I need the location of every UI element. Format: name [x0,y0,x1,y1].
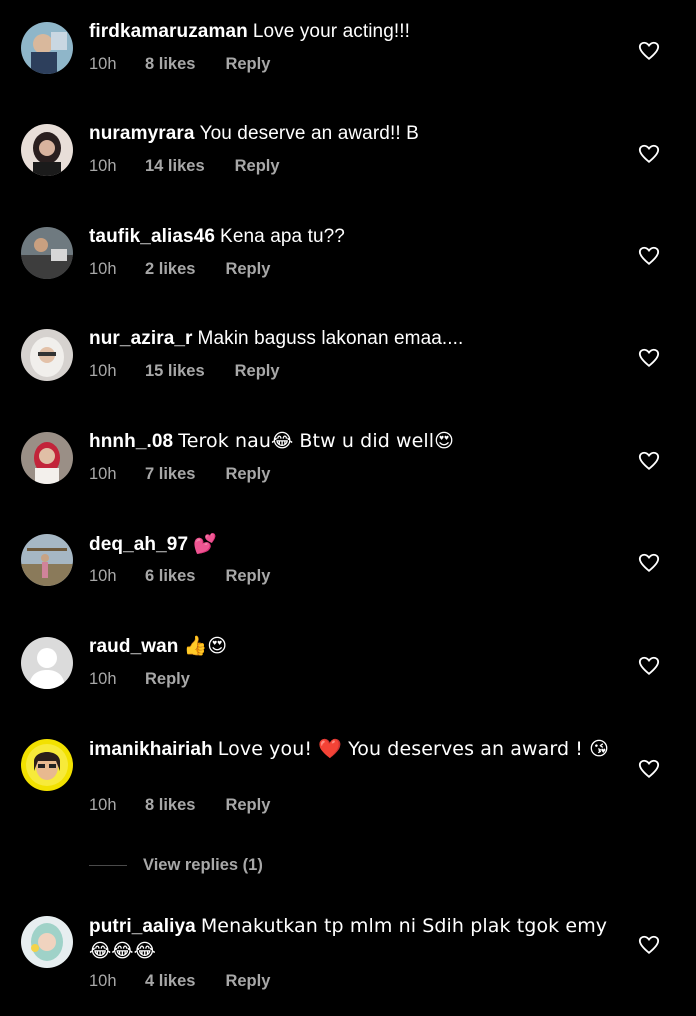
username[interactable]: taufik_alias46 [89,226,215,247]
reply-button[interactable]: Reply [235,362,280,381]
comment-meta: 10h 8 likes Reply [89,55,270,74]
timestamp: 10h [89,157,117,175]
username[interactable]: deq_ah_97 [89,534,188,555]
avatar[interactable] [21,916,73,968]
view-replies-label: View replies (1) [143,855,263,874]
timestamp: 10h [89,260,117,278]
avatar[interactable] [21,124,73,176]
comment-body: Terok nau😂 Btw u did well😍 [178,430,455,452]
comment-meta: 10h Reply [89,670,190,689]
comment-body: Love your acting!!! [252,21,410,42]
username[interactable]: putri_aaliya [89,916,196,937]
comment-text: taufik_alias46 Kena apa tu?? [89,225,609,249]
comment-body: You deserve an award!! B [199,123,419,144]
reply-button[interactable]: Reply [225,55,270,74]
reply-button[interactable]: Reply [225,567,270,586]
avatar[interactable] [21,227,73,279]
heart-outline-icon[interactable] [638,450,660,472]
heart-outline-icon[interactable] [638,758,660,780]
comment-meta: 10h 4 likes Reply [89,972,270,991]
reply-button[interactable]: Reply [225,972,270,991]
timestamp: 10h [89,972,117,990]
comment-text: deq_ah_97 💕 [89,532,609,557]
reply-button[interactable]: Reply [235,157,280,176]
avatar[interactable] [21,739,73,791]
comment-text: imanikhairiah Love you! ❤️ You deserves a… [89,737,609,762]
heart-outline-icon[interactable] [638,552,660,574]
comment-text: nur_azira_r Makin baguss lakonan emaa.... [89,327,609,351]
likes-count[interactable]: 7 likes [145,465,195,484]
reply-button[interactable]: Reply [225,465,270,484]
likes-count[interactable]: 4 likes [145,972,195,991]
avatar[interactable] [21,22,73,74]
reply-button[interactable]: Reply [145,670,190,689]
likes-count[interactable]: 14 likes [145,157,205,176]
comment-body: 💕 [193,533,217,555]
default-avatar-icon[interactable] [21,637,73,689]
username[interactable]: nur_azira_r [89,328,193,349]
comment-text: hnnh_.08 Terok nau😂 Btw u did well😍 [89,429,609,454]
heart-outline-icon[interactable] [638,245,660,267]
comment-text: raud_wan 👍😍 [89,634,609,659]
username[interactable]: raud_wan [89,636,179,657]
username[interactable]: imanikhairiah [89,739,213,760]
comment-body: Makin baguss lakonan emaa.... [197,328,464,349]
comment-meta: 10h 2 likes Reply [89,260,270,279]
timestamp: 10h [89,465,117,483]
avatar[interactable] [21,329,73,381]
reply-button[interactable]: Reply [225,796,270,815]
timestamp: 10h [89,55,117,73]
comment-text: nuramyrara You deserve an award!! B [89,122,609,146]
comment-body: Kena apa tu?? [220,226,345,247]
view-replies-button[interactable]: View replies (1) [89,854,263,876]
timestamp: 10h [89,362,117,380]
comment-meta: 10h 8 likes Reply [89,796,270,815]
heart-outline-icon[interactable] [638,143,660,165]
comment-text: firdkamaruzaman Love your acting!!! [89,20,609,44]
likes-count[interactable]: 8 likes [145,796,195,815]
likes-count[interactable]: 15 likes [145,362,205,381]
avatar[interactable] [21,534,73,586]
timestamp: 10h [89,567,117,585]
heart-outline-icon[interactable] [638,40,660,62]
heart-outline-icon[interactable] [638,934,660,956]
likes-count[interactable]: 6 likes [145,567,195,586]
divider-line [89,864,127,866]
comment-meta: 10h 15 likes Reply [89,362,280,381]
comment-meta: 10h 14 likes Reply [89,157,280,176]
timestamp: 10h [89,670,117,688]
likes-count[interactable]: 8 likes [145,55,195,74]
comment-meta: 10h 6 likes Reply [89,567,270,586]
username[interactable]: nuramyrara [89,123,195,144]
heart-outline-icon[interactable] [638,655,660,677]
username[interactable]: firdkamaruzaman [89,21,248,42]
comment-body: Love you! ❤️ You deserves an award ! 😘 [217,738,610,760]
reply-button[interactable]: Reply [225,260,270,279]
heart-outline-icon[interactable] [638,347,660,369]
comment-text: putri_aaliya Menakutkan tp mlm ni Sdih pl… [89,914,609,964]
likes-count[interactable]: 2 likes [145,260,195,279]
username[interactable]: hnnh_.08 [89,431,173,452]
avatar[interactable] [21,432,73,484]
comment-body: 👍😍 [183,635,228,657]
timestamp: 10h [89,796,117,814]
comment-meta: 10h 7 likes Reply [89,465,270,484]
